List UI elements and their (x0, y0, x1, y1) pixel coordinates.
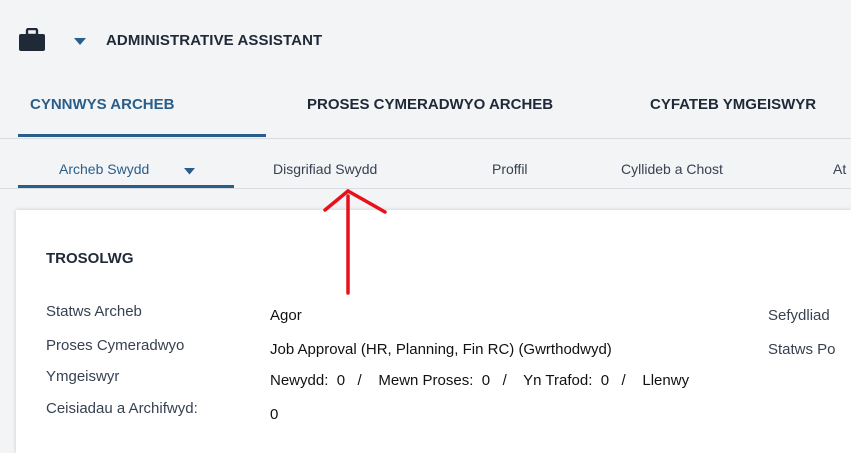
tab-cyfateb-ymgeiswyr[interactable]: CYFATEB YMGEISWYR (650, 96, 816, 113)
archived-applications-value: 0 (270, 406, 279, 423)
red-arrow-annotation (323, 189, 387, 295)
subtab-at[interactable]: At (833, 161, 846, 177)
approval-process-value[interactable]: Job Approval (HR, Planning, Fin RC) (Gwr… (270, 341, 612, 358)
active-tab-indicator (18, 134, 266, 137)
subtab-archeb-swydd[interactable]: Archeb Swydd (59, 161, 149, 177)
subtab-proffil[interactable]: Proffil (492, 161, 528, 177)
organisation-label: Sefydliad (768, 307, 830, 324)
overview-title: TROSOLWG (46, 250, 134, 267)
chevron-down-icon[interactable] (184, 168, 195, 175)
status-value: Agor (270, 307, 302, 324)
active-subtab-indicator (18, 185, 234, 188)
archived-applications-label: Ceisiadau a Archifwyd: (46, 400, 198, 417)
approval-process-label: Proses Cymeradwyo (46, 337, 185, 354)
job-header: ADMINISTRATIVE ASSISTANT (0, 0, 851, 80)
status-label: Statws Archeb (46, 303, 142, 320)
candidates-label: Ymgeiswyr (46, 368, 120, 385)
briefcase-icon (19, 28, 45, 51)
main-tabs: CYNNWYS ARCHEB PROSES CYMERADWYO ARCHEB … (0, 80, 851, 139)
tab-proses-cymeradwyo-archeb[interactable]: PROSES CYMERADWYO ARCHEB (307, 96, 553, 113)
tab-cynnwys-archeb[interactable]: CYNNWYS ARCHEB (30, 96, 174, 113)
job-title: ADMINISTRATIVE ASSISTANT (106, 32, 323, 49)
candidates-value: Newydd: 0 / Mewn Proses: 0 / Yn Trafod: … (270, 372, 690, 389)
subtab-disgrifiad-swydd[interactable]: Disgrifiad Swydd (273, 161, 377, 177)
position-status-label: Statws Po (768, 341, 836, 358)
subtab-cyllideb-a-chost[interactable]: Cyllideb a Chost (621, 161, 723, 177)
overview-panel: TROSOLWG Statws Archeb Agor Proses Cymer… (16, 210, 851, 453)
sub-tabs: Archeb Swydd Disgrifiad Swydd Proffil Cy… (0, 139, 851, 189)
caret-down-icon[interactable] (74, 38, 86, 46)
